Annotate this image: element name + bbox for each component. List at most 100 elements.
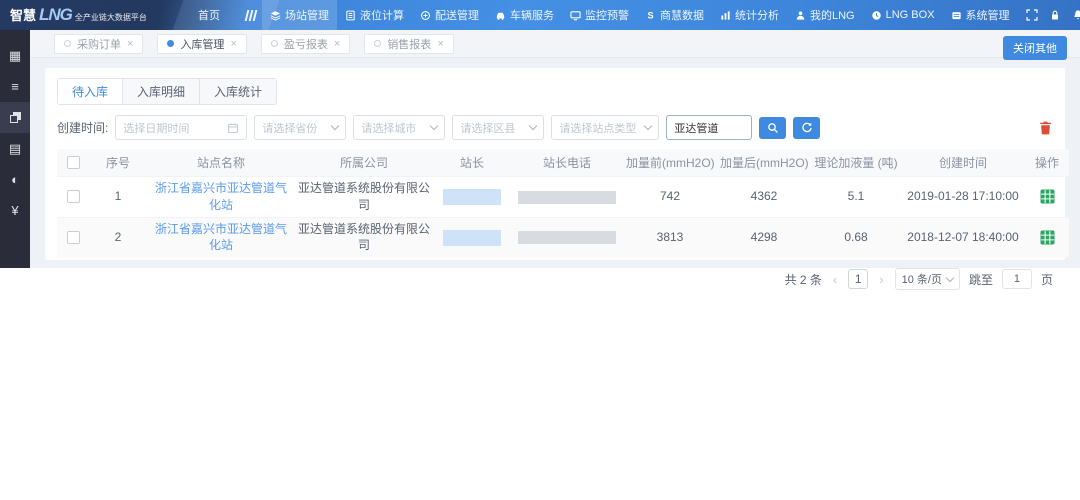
cell-no: 2 [114, 229, 122, 244]
sidebar-item-contrast-icon[interactable]: ◐ [0, 164, 30, 195]
yuan-icon: ¥ [11, 203, 19, 218]
nav-item-bi-data[interactable]: S 商慧数据 [637, 0, 712, 30]
detail-grid-icon[interactable] [1028, 189, 1066, 204]
svg-text:S: S [647, 10, 653, 20]
nav-item-system-mgmt[interactable]: 系统管理 [943, 0, 1018, 30]
close-icon[interactable]: × [230, 38, 236, 50]
table-header-row: 序号 站点名称 所属公司 站长 站长电话 加量前(mmH2O) 加量后(mmH2… [57, 149, 1069, 177]
grid-square-icon: ▦ [8, 47, 22, 63]
nav-right-icons [1018, 9, 1080, 21]
tab-dot-icon [64, 40, 71, 47]
bell-icon[interactable] [1072, 9, 1080, 21]
province-select[interactable]: 请选择省份 [254, 115, 347, 140]
jump-to-label: 跳至 [968, 272, 993, 287]
panel-tabs: 待入库 入库明细 入库统计 [57, 78, 278, 105]
tab-profit-loss-report[interactable]: 盈亏报表 × [260, 33, 351, 54]
date-picker[interactable]: 选择日期时间 [115, 115, 248, 140]
nav-item-my-lng[interactable]: 我的LNG [787, 0, 863, 30]
calendar-icon [227, 122, 239, 134]
col-header-created: 创建时间 [901, 149, 1025, 177]
nav-menu: 首页 场站管理 液位计算 配送管理 车辆服务 监控预警 S 商慧数据 统计分析 … [178, 0, 1018, 30]
col-header-station: 站点名称 [147, 149, 295, 177]
close-others-button[interactable]: 关闭其他 [1003, 36, 1067, 60]
sidebar-item-yuan-icon[interactable]: ¥ [0, 195, 30, 226]
tab-purchase-orders[interactable]: 采购订单 × [54, 33, 144, 54]
station-link[interactable]: 浙江省嘉兴市亚达管道气化站 [155, 181, 287, 212]
select-all-checkbox[interactable] [66, 156, 80, 169]
document-icon: ▤ [8, 140, 22, 156]
nav-item-delivery-mgmt[interactable]: 配送管理 [412, 0, 487, 30]
keyword-search-input[interactable] [666, 115, 753, 140]
redacted-phone-block [518, 190, 616, 204]
nav-item-lng-box[interactable]: LNG BOX [863, 0, 943, 30]
delete-trash-icon[interactable] [1038, 120, 1053, 136]
sidebar-item-copy-icon[interactable] [0, 102, 30, 133]
col-header-after: 加量后(mmH2O) [717, 149, 811, 177]
station-type-select[interactable]: 请选择站点类型 [551, 115, 660, 140]
sidebar-item-form-icon[interactable]: ▦ [0, 40, 30, 71]
col-header-actions: 操作 [1025, 149, 1069, 177]
contrast-icon: ◐ [11, 172, 19, 187]
col-header-no: 序号 [89, 149, 147, 177]
city-select[interactable]: 请选择城市 [353, 115, 446, 140]
close-icon[interactable]: × [334, 38, 340, 50]
prev-page-button[interactable]: ‹ [831, 272, 839, 287]
logo-text-zh: 智慧 [10, 8, 37, 23]
tab-inbound-mgmt[interactable]: 入库管理 × [157, 33, 247, 54]
sidebar-item-document-icon[interactable]: ▤ [0, 133, 30, 164]
page-number-button[interactable]: 1 [848, 269, 869, 290]
nav-item-home[interactable]: 首页 [178, 0, 240, 30]
layers-icon [270, 10, 281, 21]
nav-item-liquid-calc[interactable]: 液位计算 [337, 0, 412, 30]
col-header-amount: 理论加液量 (吨) [811, 149, 901, 177]
col-header-company: 所属公司 [295, 149, 433, 177]
tab-sales-report[interactable]: 销售报表 × [364, 33, 454, 54]
close-icon[interactable]: × [127, 38, 133, 50]
tab-dot-icon [270, 40, 278, 47]
left-sidebar: ▦ ≡ ▤ ◐ ¥ [0, 30, 30, 268]
sidebar-item-menu-icon[interactable]: ≡ [0, 71, 30, 102]
user-icon [795, 10, 806, 21]
lock-icon[interactable] [1049, 9, 1061, 21]
cell-amount: 5.1 [847, 189, 865, 204]
refresh-button[interactable] [793, 116, 821, 139]
page-size-select[interactable]: 10 条/页 [894, 268, 960, 291]
cell-amount: 0.68 [844, 229, 868, 244]
logo-subtitle: 全产业链大数据平台 [74, 13, 147, 22]
search-button[interactable] [759, 116, 787, 139]
jump-page-input[interactable] [1001, 269, 1032, 290]
nav-item-vehicle-service[interactable]: 车辆服务 [487, 0, 562, 30]
col-header-manager: 站长 [433, 149, 511, 177]
fullscreen-icon[interactable] [1025, 9, 1038, 21]
nav-item-monitor-alert[interactable]: 监控预警 [562, 0, 637, 30]
tab-dot-icon [167, 40, 175, 47]
close-icon[interactable]: × [437, 38, 443, 50]
cell-company: 亚达管道系统股份有限公司 [298, 221, 431, 253]
data-s-icon: S [645, 10, 656, 21]
clock-icon [871, 10, 882, 21]
bar-chart-icon [720, 10, 731, 21]
car-icon [495, 10, 506, 21]
redacted-manager-block [443, 229, 501, 246]
cell-after: 4298 [750, 229, 778, 244]
table-row: 1 浙江省嘉兴市亚达管道气化站 亚达管道系统股份有限公司 742 4362 5.… [57, 176, 1069, 218]
total-count-label: 共 2 条 [784, 272, 822, 287]
pagination-bar: 共 2 条 ‹ 1 › 10 条/页 跳至 页 [57, 268, 1053, 291]
monitor-icon [570, 10, 581, 21]
row-checkbox[interactable] [66, 230, 80, 244]
cell-no: 1 [114, 189, 122, 204]
nav-item-statistics[interactable]: 统计分析 [712, 0, 787, 30]
delivery-icon [420, 10, 431, 21]
tab-pending-inbound[interactable]: 待入库 [58, 79, 124, 104]
detail-grid-icon[interactable] [1028, 230, 1066, 245]
next-page-button[interactable]: › [877, 272, 885, 287]
tab-inbound-detail[interactable]: 入库明细 [123, 79, 201, 104]
nav-item-station-mgmt[interactable]: 场站管理 [262, 0, 337, 30]
station-link[interactable]: 浙江省嘉兴市亚达管道气化站 [155, 222, 287, 253]
district-select[interactable]: 请选择区县 [452, 115, 545, 140]
tab-inbound-stats[interactable]: 入库统计 [200, 79, 277, 104]
row-checkbox[interactable] [66, 190, 80, 204]
hamburger-icon: ≡ [11, 79, 19, 94]
folder-icon [951, 10, 962, 21]
top-navbar: 智慧 LNG 全产业链大数据平台 首页 场站管理 液位计算 配送管理 车辆服务 … [0, 0, 1080, 30]
